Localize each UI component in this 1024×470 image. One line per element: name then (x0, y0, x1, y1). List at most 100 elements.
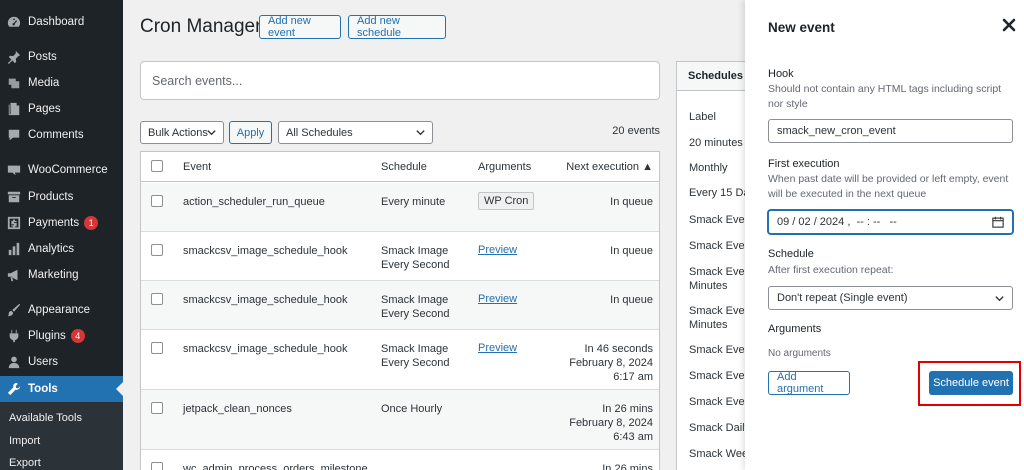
next-execution-line: In queue (610, 245, 653, 257)
column-header-event[interactable]: Event (183, 160, 211, 174)
table-row[interactable]: smackcsv_image_schedule_hook Smack Image E… (141, 330, 659, 390)
sidebar-item-dashboard[interactable]: Dashboard (0, 9, 123, 35)
hook-label: Hook (768, 68, 794, 80)
table-header: Event Schedule Arguments Next execution … (141, 152, 659, 182)
schedule-list-line: Smack Daily (689, 422, 751, 434)
bar-chart-icon (6, 241, 22, 257)
schedule-line: Once Hourly (381, 403, 443, 415)
hook-input[interactable]: smack_new_cron_event (768, 119, 1013, 143)
pin-icon (6, 49, 22, 65)
add-event-button[interactable]: Add new event (259, 15, 341, 39)
event-hook-name: smackcsv_image_schedule_hook (183, 294, 348, 306)
schedule-filter-select[interactable]: All Schedules (278, 121, 433, 144)
event-hook-name: smackcsv_image_schedule_hook (183, 343, 348, 355)
next-execution-line: In queue (610, 294, 653, 306)
sidebar-item-woocommerce[interactable]: WooCommerce (0, 157, 123, 183)
next-execution: In queue (491, 293, 653, 307)
sidebar-item-products[interactable]: Products (0, 184, 123, 210)
row-checkbox[interactable] (151, 462, 163, 470)
table-row[interactable]: smackcsv_image_schedule_hook Smack Image E… (141, 281, 659, 330)
close-icon[interactable] (1001, 17, 1017, 33)
event-schedule: Every minute (381, 195, 445, 209)
schedule-line: Every minute (381, 196, 446, 208)
submenu-item-export[interactable]: Export (9, 457, 41, 469)
select-all-checkbox[interactable] (151, 160, 163, 172)
sidebar-item-label: Analytics (28, 243, 75, 255)
sidebar-item-label: Comments (28, 129, 84, 141)
table-row[interactable]: wc_admin_process_orders_milestone In 26 m… (141, 450, 659, 470)
column-header-schedule[interactable]: Schedule (381, 160, 427, 174)
sidebar-item-label: Appearance (28, 304, 91, 316)
main-content: Cron Manager Add new event Add new sched… (123, 0, 745, 470)
highlight-box (918, 361, 1021, 406)
next-execution: In 46 seconds February 8, 2024 6:17 am (491, 342, 653, 384)
apply-button[interactable]: Apply (229, 121, 272, 144)
sidebar-item-media[interactable]: Media (0, 70, 123, 96)
bulk-actions-select[interactable]: Bulk Actions (140, 121, 224, 144)
calendar-icon[interactable] (992, 216, 1004, 228)
schedule-label: Schedule (768, 248, 814, 260)
schedule-list-line: 20 minutes (689, 137, 743, 149)
sidebar-item-label: Plugins (28, 330, 66, 342)
hook-help-text: Should not contain any HTML tags includi… (768, 83, 1002, 110)
schedule-select-value: Don't repeat (Single event) (777, 292, 908, 304)
submenu-item-available-tools[interactable]: Available Tools (9, 412, 82, 424)
user-icon (6, 354, 22, 370)
megaphone-icon (6, 267, 22, 283)
events-table: Event Schedule Arguments Next execution … (140, 151, 660, 470)
row-checkbox[interactable] (151, 402, 163, 414)
woocommerce-icon (6, 162, 22, 178)
row-checkbox[interactable] (151, 342, 163, 354)
event-schedule: Once Hourly (381, 402, 442, 416)
event-hook-name: jetpack_clean_nonces (183, 403, 292, 415)
table-row[interactable]: smackcsv_image_schedule_hook Smack Image E… (141, 232, 659, 281)
sidebar-item-marketing[interactable]: Marketing (0, 262, 123, 288)
first-execution-datetime-input[interactable]: 09 / 02 / 2024 , -- : -- -- (768, 210, 1013, 234)
next-execution-line: 6:17 am (613, 371, 653, 383)
sidebar-item-plugins[interactable]: Plugins 4 (0, 323, 123, 349)
sidebar-item-label: Payments (28, 217, 80, 229)
sidebar-item-appearance[interactable]: Appearance (0, 297, 123, 323)
sidebar-item-users[interactable]: Users (0, 349, 123, 375)
column-header-arguments[interactable]: Arguments (478, 160, 531, 174)
add-argument-button[interactable]: Add argument (768, 371, 850, 395)
next-execution-line: In queue (610, 196, 653, 208)
sidebar-item-analytics[interactable]: Analytics (0, 236, 123, 262)
next-execution-line: February 8, 2024 (569, 357, 653, 369)
first-execution-label: First execution (768, 158, 840, 170)
sidebar-item-payments[interactable]: Payments 1 (0, 210, 123, 236)
schedule-list-item: Smack Week (689, 447, 754, 461)
admin-sidebar: Dashboard Posts Media Pages Comments Woo… (0, 0, 123, 470)
sidebar-item-label: Pages (28, 103, 61, 115)
submenu-item-import[interactable]: Import (9, 435, 40, 447)
search-input[interactable]: Search events... (140, 61, 660, 100)
sidebar-item-comments[interactable]: Comments (0, 122, 123, 148)
schedule-line: Smack Image (381, 245, 449, 257)
brush-icon (6, 302, 22, 318)
add-schedule-button[interactable]: Add new schedule (348, 15, 446, 39)
page-icon (6, 101, 22, 117)
schedule-list-item: Label (689, 110, 716, 124)
sidebar-item-pages[interactable]: Pages (0, 96, 123, 122)
column-header-next-execution[interactable]: Next execution ▲ (541, 160, 653, 174)
schedule-list-item: Monthly (689, 161, 728, 175)
schedule-line: Every Second (381, 357, 450, 369)
chevron-down-icon (995, 296, 1004, 302)
table-row[interactable]: jetpack_clean_nonces Once Hourly In 26 min… (141, 390, 659, 450)
next-execution-line: In 26 mins (602, 463, 653, 470)
row-checkbox[interactable] (151, 195, 163, 207)
sidebar-item-posts[interactable]: Posts (0, 44, 123, 70)
table-row[interactable]: action_scheduler_run_queue Every minute WP… (141, 183, 659, 232)
schedule-line: Smack Image (381, 294, 449, 306)
schedule-line: Every Second (381, 308, 450, 320)
schedule-select[interactable]: Don't repeat (Single event) (768, 286, 1013, 310)
arguments-label: Arguments (768, 323, 822, 335)
event-schedule: Smack Image Every Second (381, 244, 449, 272)
sidebar-item-label: Products (28, 191, 74, 203)
row-checkbox[interactable] (151, 244, 163, 256)
schedules-panel: Schedules Label 20 minutes Monthly Every 15… (676, 61, 757, 470)
schedule-list-line: Smack Week (689, 448, 754, 460)
next-execution: In 26 mins February 8, 2024 6:43 am (491, 402, 653, 444)
row-checkbox[interactable] (151, 293, 163, 305)
sidebar-item-tools[interactable]: Tools (0, 376, 123, 402)
